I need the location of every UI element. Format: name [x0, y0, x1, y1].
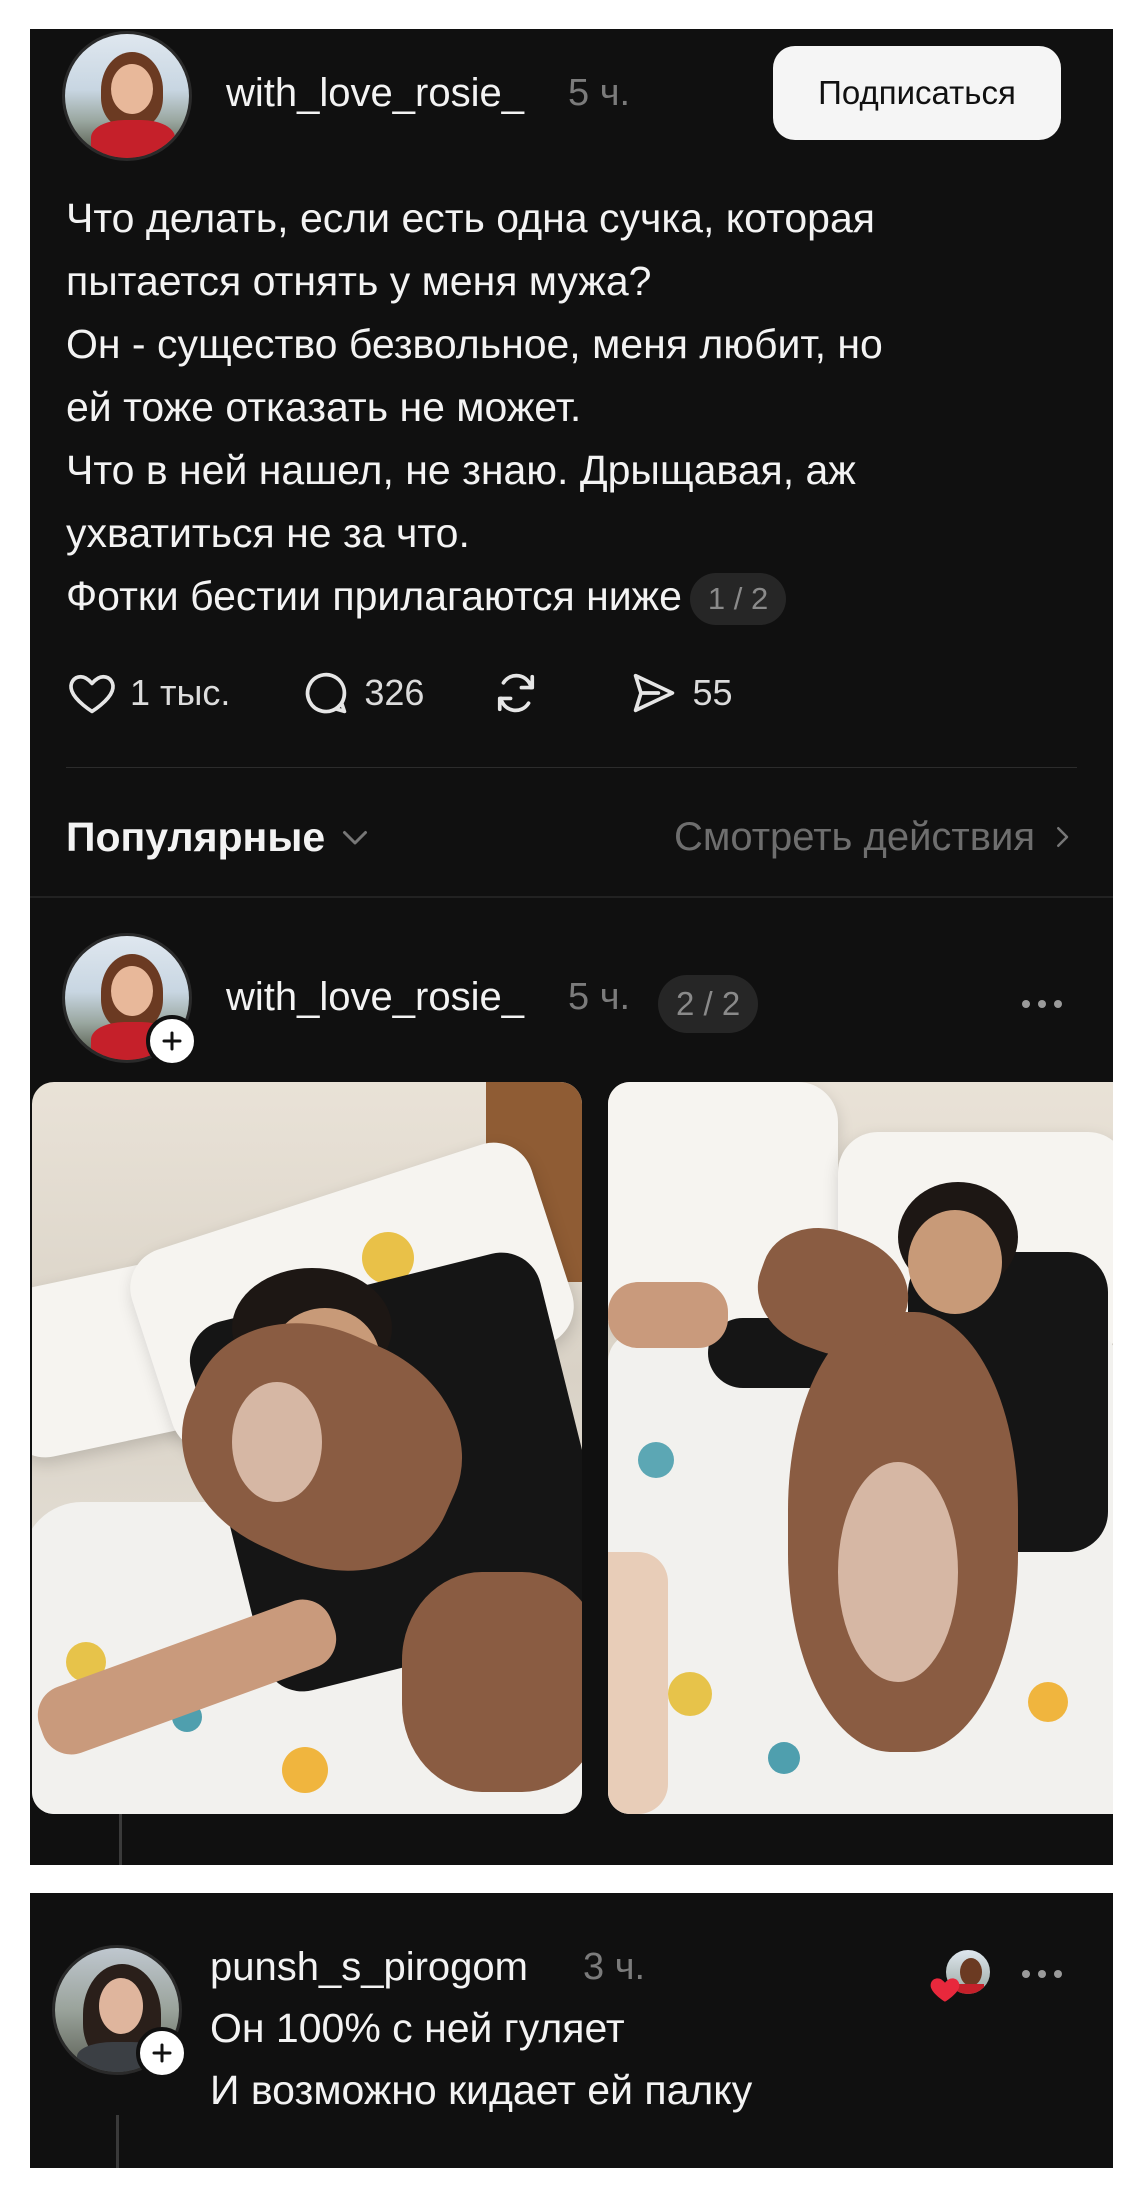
view-activity-link[interactable]: Смотреть действия: [674, 815, 1077, 860]
section-divider: [30, 896, 1113, 898]
reply-time: 5 ч.: [568, 976, 631, 1018]
chevron-right-icon: [1057, 827, 1069, 847]
view-activity-label: Смотреть действия: [673, 814, 1035, 859]
post-text-line: ей тоже отказать не может.: [66, 384, 582, 430]
share-count: 55: [692, 672, 733, 713]
comment-card: punsh_s_pirogom 3 ч. Он 100% с ней гуляе…: [30, 1893, 1113, 2168]
reply-pager: 2 / 2: [658, 975, 759, 1033]
reply-username[interactable]: with_love_rosie_: [226, 975, 524, 1020]
plus-icon: [162, 1031, 182, 1051]
more-icon: [1022, 1000, 1030, 1008]
sort-label: Популярные: [66, 813, 326, 860]
post-text-line: Что делать, если есть одна сучка, котора…: [66, 195, 875, 241]
comment-icon: [306, 672, 347, 714]
thread-line: [119, 1814, 122, 1865]
repost-icon: [498, 673, 535, 713]
comment-time: 3 ч.: [583, 1946, 646, 1988]
divider: [66, 767, 1077, 768]
thread-line: [116, 2115, 119, 2168]
follow-plus-button[interactable]: [136, 2027, 188, 2079]
author-liked-indicator: [928, 1948, 992, 2008]
post-text-line: ухватиться не за что.: [66, 510, 470, 556]
more-icon: [1022, 1970, 1030, 1978]
post-text: Что делать, если есть одна сучка, котора…: [66, 187, 1046, 628]
more-options-button[interactable]: [1018, 994, 1070, 1014]
heart-icon: [930, 1978, 960, 2002]
author-username[interactable]: with_love_rosie_: [226, 71, 524, 116]
more-options-button[interactable]: [1018, 1964, 1070, 1984]
commenter-username[interactable]: punsh_s_pirogom: [210, 1945, 528, 1990]
comment-button[interactable]: 326: [300, 667, 424, 719]
send-icon: [634, 673, 675, 713]
post-time: 5 ч.: [568, 72, 631, 114]
send-button[interactable]: 55: [628, 667, 733, 719]
sort-row: Популярные Смотреть действия: [66, 807, 1077, 867]
plus-icon: [152, 2043, 172, 2063]
chevron-down-icon: [343, 831, 368, 845]
sort-dropdown[interactable]: Популярные: [66, 814, 373, 861]
post-photo[interactable]: [32, 1082, 582, 1814]
thread-pager: 1 / 2: [689, 573, 787, 626]
post-text-line: пытается отнять у меня мужа?: [66, 258, 652, 304]
post-card: with_love_rosie_ 5 ч. Подписаться Что де…: [30, 29, 1113, 1865]
follow-plus-button[interactable]: [146, 1015, 198, 1067]
comment-count: 326: [364, 672, 425, 713]
repost-button[interactable]: [490, 667, 542, 719]
post-text-line: Что в ней нашел, не знаю. Дрыщавая, аж: [66, 447, 856, 493]
post-text-last: Фотки бестии прилагаются ниже: [66, 573, 682, 619]
comment-text-line: И возможно кидает ей палку: [210, 2067, 753, 2113]
post-actions: 1 тыс. 326 55: [66, 663, 733, 723]
post-photo[interactable]: [608, 1082, 1113, 1814]
like-count: 1 тыс.: [130, 672, 231, 713]
comment-text-line: Он 100% с ней гуляет: [210, 2005, 625, 2051]
follow-button[interactable]: Подписаться: [773, 46, 1061, 140]
post-text-line: Он - существо безвольное, меня любит, но: [66, 321, 883, 367]
heart-icon: [69, 674, 115, 714]
author-avatar[interactable]: [62, 31, 192, 161]
like-button[interactable]: 1 тыс.: [66, 667, 230, 719]
post-text-line: Фотки бестии прилагаются ниже 1 / 2: [66, 565, 1046, 628]
